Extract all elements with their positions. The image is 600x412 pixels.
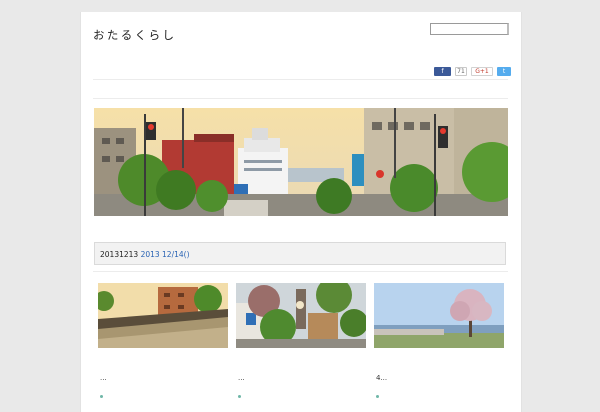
post-bullet-icon [238,395,241,398]
header-banner-image [94,108,508,216]
railway-photo [98,283,228,348]
facebook-share-button[interactable]: f [434,67,451,76]
header-divider [93,98,508,99]
search-input[interactable] [430,23,509,43]
facebook-share-count: 71 [455,67,467,76]
archive-date-label: 20131213 [100,250,141,259]
site-title[interactable]: おたるくらし [93,27,176,43]
twitter-share-button[interactable]: t [497,67,511,76]
archive-date-link[interactable]: 2013 12/14() [141,250,190,259]
cherry-blossom-sea-photo [374,283,504,348]
section-divider [93,271,508,272]
share-buttons: f 71 G+1 t [434,67,511,76]
post-thumbnail[interactable] [374,283,504,348]
post-thumbnail[interactable] [236,283,366,348]
googleplus-share-button[interactable]: G+1 [471,67,493,76]
facebook-icon: f [441,68,444,75]
post-thumbnail[interactable] [98,283,228,348]
post-caption[interactable]: ... [100,374,107,382]
twitter-icon: t [502,68,506,75]
post-caption[interactable]: ... [238,374,245,382]
post-caption[interactable]: 4... [376,374,387,382]
header-divider [93,79,508,80]
street-harbor-photo [94,108,508,216]
page-container: おたるくらし f 71 G+1 t 20131213 2013 12/14() … [80,12,522,412]
post-bullet-icon [100,395,103,398]
search-field[interactable] [431,32,507,43]
residential-street-photo [236,283,366,348]
post-bullet-icon [376,395,379,398]
archive-heading: 20131213 2013 12/14() [94,242,506,265]
